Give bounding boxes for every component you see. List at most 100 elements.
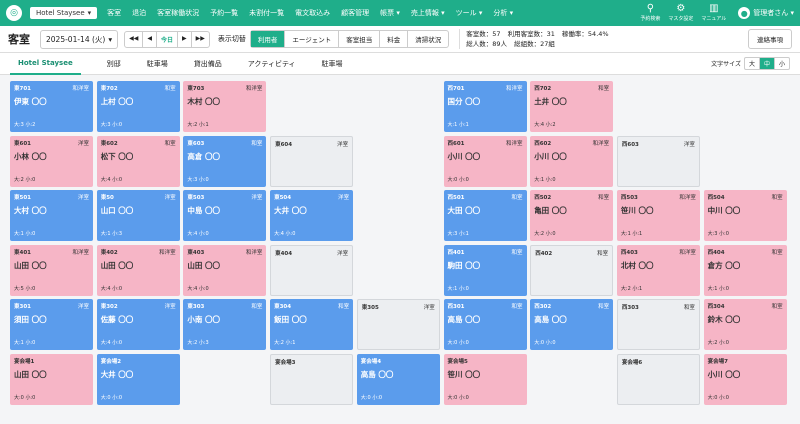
room-type: 和洋室 (159, 249, 176, 256)
guest-count: 大:3 小:1 (447, 231, 469, 237)
room-card[interactable]: 西404 和室 倉方 〇〇 大:1 小:0 (703, 244, 787, 296)
room-card[interactable]: 東701 和洋室 伊東 〇〇 大:3 小:2 (10, 81, 93, 132)
nav-item[interactable]: 客室稼働状況 (157, 8, 199, 18)
room-card[interactable]: 東401 和洋室 山田 〇〇 大:5 小:0 (10, 244, 93, 296)
room-header: 西301 和室 (448, 302, 523, 310)
room-card[interactable]: 宴会場4 高島 〇〇 大:0 小:0 (356, 353, 440, 405)
nav-item[interactable]: 帳票 ▾ (380, 8, 400, 18)
nav-item[interactable]: 売上情報 ▾ (411, 8, 445, 18)
room-card[interactable]: 西503 和洋室 笹川 〇〇 大:1 小:1 (616, 190, 700, 241)
tab-rental-items[interactable]: 貸出備品 (194, 53, 222, 75)
tab-activity[interactable]: アクティビティ (248, 53, 296, 75)
room-card[interactable]: 東402 和洋室 山田 〇〇 大:4 小:0 (96, 244, 180, 296)
next-day-button[interactable]: ▶ (178, 31, 192, 47)
room-card[interactable]: 西702 和室 土井 〇〇 大:4 小:2 (530, 81, 614, 132)
room-card[interactable]: 宴会場6 (616, 353, 700, 405)
tab-hotel-staysee[interactable]: Hotel Staysee (10, 53, 81, 75)
room-card[interactable]: 宴会場5 笹川 〇〇 大:0 小:0 (443, 353, 527, 405)
room-card[interactable]: 東403 和洋室 山田 〇〇 大:4 小:0 (183, 244, 267, 296)
guest-name: 大村 〇〇 (14, 206, 47, 215)
guest-name: 中島 〇〇 (187, 206, 221, 215)
view-option-staff[interactable]: 客室担当 (339, 31, 381, 47)
user-name: 管理者さん ▾ (753, 9, 794, 17)
contact-notes-button[interactable]: 連絡事項 (748, 29, 792, 49)
room-card[interactable]: 宴会場7 小川 〇〇 大:0 小:0 (703, 353, 787, 405)
tab-annex[interactable]: 別邸 (107, 53, 121, 75)
nav-item[interactable]: 退泊 (132, 8, 146, 18)
room-header: 西504 和室 (708, 193, 783, 201)
reservation-search-button[interactable]: ⚲ 予約検索 (640, 4, 660, 23)
facility-tabs: Hotel Staysee 別邸 駐車場 貸出備品 アクティビティ 駐車場 文字… (0, 53, 800, 75)
room-card[interactable]: 西501 和室 大田 〇〇 大:3 小:1 (443, 190, 527, 241)
view-option-rate[interactable]: 料金 (380, 31, 409, 47)
font-size-small[interactable]: 小 (775, 58, 789, 69)
room-card[interactable]: 東301 洋室 須田 〇〇 大:1 小:0 (10, 299, 93, 350)
nav-item[interactable]: 電文取込み (295, 8, 330, 18)
user-menu[interactable]: ● 管理者さん ▾ (738, 7, 794, 19)
room-card[interactable]: 西701 和洋室 国分 〇〇 大:1 小:1 (443, 81, 527, 132)
guest-count: 大:2 小:0 (14, 176, 36, 183)
hotel-select[interactable]: Hotel Staysee ▾ (30, 7, 98, 19)
room-card[interactable]: 東602 和室 松下 〇〇 大:4 小:0 (96, 135, 180, 187)
nav-item[interactable]: 予約一覧 (210, 8, 238, 18)
room-card[interactable]: 西403 和洋室 北村 〇〇 大:2 小:1 (616, 244, 700, 296)
room-number: 西401 (447, 249, 465, 256)
prev-week-button[interactable]: ◀◀ (125, 31, 144, 47)
today-button[interactable]: 今日 (157, 31, 178, 47)
room-card[interactable]: 西401 和室 駒田 〇〇 大:1 小:0 (443, 244, 527, 296)
view-option-guest[interactable]: 利用者 (250, 31, 286, 47)
guest-count: 大:0 小:0 (14, 394, 36, 401)
room-card[interactable]: 西304 和室 鈴木 〇〇 大:2 小:0 (703, 299, 787, 350)
prev-day-button[interactable]: ◀ (143, 31, 157, 47)
guest-name: 亀田 〇〇 (534, 206, 567, 215)
room-card[interactable]: 東702 和室 上村 〇〇 大:3 小:0 (96, 81, 180, 132)
nav-item[interactable]: 客室 (107, 8, 121, 18)
view-option-agent[interactable]: エージェント (285, 31, 340, 47)
room-card[interactable]: 東303 和室 小南 〇〇 大:2 小:3 (183, 299, 267, 350)
room-card[interactable]: 東501 洋室 大村 〇〇 大:1 小:0 (10, 190, 93, 241)
room-card[interactable]: 東305 洋室 (356, 299, 440, 350)
manual-button[interactable]: ▥ マニュアル (701, 3, 726, 23)
room-number: 宴会場4 (360, 358, 382, 365)
room-card[interactable]: 西601 和洋室 小川 〇〇 大:0 小:0 (443, 135, 527, 187)
room-card[interactable]: 宴会場2 大井 〇〇 大:0 小:0 (96, 353, 180, 405)
tab-parking-2[interactable]: 駐車場 (322, 53, 343, 75)
room-card[interactable]: 東302 洋室 佐藤 〇〇 大:4 小:0 (96, 299, 180, 350)
room-card[interactable]: 東50 洋室 山口 〇〇 大:1 小:3 (96, 190, 180, 241)
room-card[interactable]: 東503 洋室 中島 〇〇 大:4 小:0 (183, 190, 267, 241)
tab-parking[interactable]: 駐車場 (147, 53, 168, 75)
nav-item[interactable]: 未割付一覧 (249, 8, 284, 18)
room-card[interactable]: 東404 洋室 (270, 244, 354, 296)
font-size-medium[interactable]: 中 (759, 58, 775, 69)
view-option-cleaning[interactable]: 清掃状況 (408, 31, 448, 47)
room-card[interactable]: 西301 和室 高島 〇〇 大:0 小:0 (443, 299, 527, 350)
date-picker[interactable]: 2025-01-14 (火) ▾ (40, 29, 119, 49)
master-settings-button[interactable]: ⚙ マスタ設定 (668, 4, 693, 23)
room-card[interactable]: 宴会場1 山田 〇〇 大:0 小:0 (10, 353, 93, 405)
room-card[interactable]: 西402 和室 (530, 244, 614, 296)
room-card[interactable]: 西504 和室 中川 〇〇 大:3 小:0 (703, 190, 787, 241)
nav-item[interactable]: 顧客管理 (341, 8, 369, 18)
room-card[interactable]: 西502 和室 亀田 〇〇 大:2 小:0 (530, 190, 614, 241)
room-card[interactable]: 東603 和室 高倉 〇〇 大:3 小:0 (183, 135, 267, 187)
nav-item[interactable]: 分析 ▾ (493, 8, 513, 18)
font-size-options: 大 中 小 (743, 57, 790, 70)
room-card[interactable]: 宴会場3 (270, 353, 354, 405)
room-card[interactable]: 東504 洋室 大井 〇〇 大:4 小:0 (270, 190, 354, 241)
guest-count: 大:2 小:0 (534, 231, 556, 237)
app-logo-icon[interactable]: ◎ (6, 5, 22, 21)
font-size-large[interactable]: 大 (745, 58, 760, 69)
guest-name: 飯田 〇〇 (274, 315, 307, 324)
room-card[interactable]: 西303 和室 (616, 299, 700, 350)
room-card[interactable]: 東304 和室 飯田 〇〇 大:2 小:1 (270, 299, 354, 350)
book-icon: ▥ (709, 3, 719, 14)
room-card[interactable]: 東703 和洋室 木村 〇〇 大:2 小:1 (183, 81, 267, 132)
next-week-button[interactable]: ▶▶ (192, 32, 209, 47)
room-number: 東305 (361, 305, 379, 311)
room-card[interactable]: 東601 洋室 小林 〇〇 大:2 小:0 (10, 135, 93, 187)
room-card[interactable]: 西603 洋室 (616, 135, 700, 187)
room-card[interactable]: 東604 洋室 (270, 135, 354, 187)
room-card[interactable]: 西602 和洋室 小川 〇〇 大:1 小:0 (530, 135, 614, 187)
room-card[interactable]: 西302 和室 高島 〇〇 大:0 小:0 (530, 299, 614, 350)
nav-item[interactable]: ツール ▾ (456, 8, 483, 18)
